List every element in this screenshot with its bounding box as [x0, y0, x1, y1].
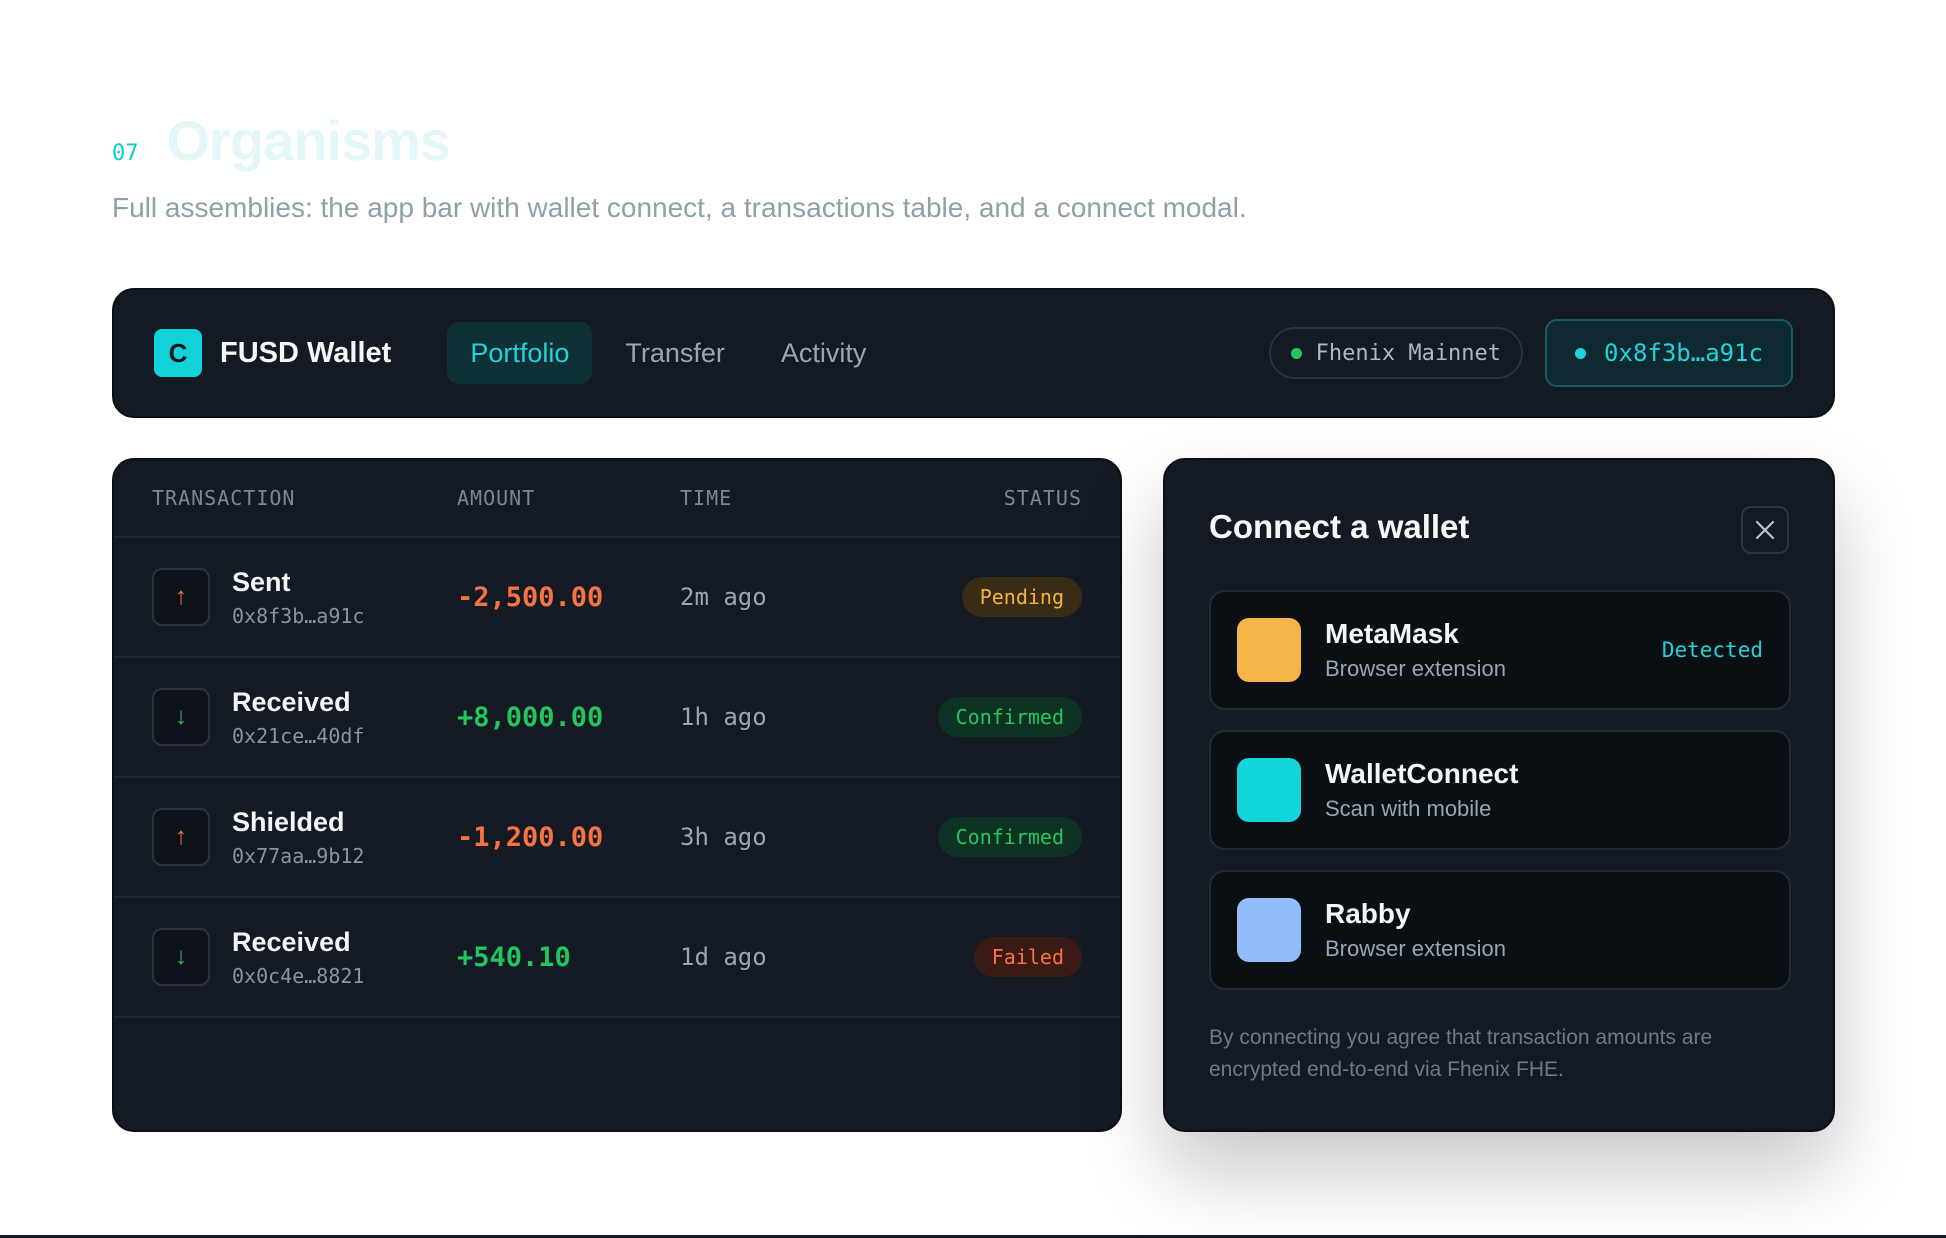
table-row[interactable]: ↑ Shielded 0x77aa…9b12 -1,200.00 3h ago … [114, 778, 1120, 898]
tx-amount: -2,500.00 [457, 581, 604, 613]
tx-name: Received [232, 686, 351, 717]
rabby-icon [1237, 898, 1301, 962]
account-address: 0x8f3b…a91c [1604, 339, 1763, 367]
table-header: TRANSACTION AMOUNT TIME STATUS [114, 460, 1120, 538]
wallet-option-metamask[interactable]: MetaMask Browser extension Detected [1209, 590, 1791, 710]
tab-transfer[interactable]: Transfer [602, 322, 748, 384]
section-title: Organisms [166, 109, 452, 172]
logo-icon: C [154, 329, 202, 377]
tx-address: 0x0c4e…8821 [232, 963, 365, 988]
tx-name: Sent [232, 566, 291, 597]
tx-address: 0x8f3b…a91c [232, 603, 365, 628]
status-badge: Failed [973, 937, 1082, 977]
arrow-down-icon: ↓ [152, 688, 210, 746]
status-badge: Pending [961, 577, 1082, 617]
status-badge: Confirmed [937, 817, 1082, 857]
wallet-subtitle: Browser extension [1325, 936, 1506, 961]
tx-time: 1h ago [680, 703, 767, 731]
arrow-up-icon: ↑ [152, 568, 210, 626]
wallet-subtitle: Scan with mobile [1325, 796, 1492, 821]
transactions-table: TRANSACTION AMOUNT TIME STATUS ↑ Sent 0x… [112, 458, 1122, 1132]
appbar-actions: Fhenix Mainnet 0x8f3b…a91c [1268, 319, 1793, 387]
header-transaction: TRANSACTION [152, 486, 296, 510]
tx-time: 2m ago [680, 583, 767, 611]
nav-tabs: Portfolio Transfer Activity [447, 322, 889, 384]
tx-name: Shielded [232, 806, 345, 837]
tx-time: 3h ago [680, 823, 767, 851]
tab-portfolio[interactable]: Portfolio [447, 322, 593, 384]
tab-activity[interactable]: Activity [758, 322, 890, 384]
header-status: STATUS [1003, 486, 1082, 510]
tx-amount: +8,000.00 [457, 701, 604, 733]
connect-wallet-modal: Connect a wallet MetaMask Browser extens… [1163, 458, 1835, 1132]
wallet-subtitle: Browser extension [1325, 656, 1506, 681]
detected-badge: Detected [1661, 638, 1763, 662]
wallet-list: MetaMask Browser extension Detected Wall… [1209, 590, 1791, 990]
wallet-name: WalletConnect [1325, 758, 1519, 789]
section-number: 07 [112, 141, 139, 166]
app-bar: C FUSD Wallet Portfolio Transfer Activit… [112, 288, 1835, 418]
modal-title: Connect a wallet [1209, 508, 1470, 545]
header-time: TIME [680, 486, 733, 510]
wallet-option-walletconnect[interactable]: WalletConnect Scan with mobile [1209, 730, 1791, 850]
account-status-dot-icon [1575, 347, 1587, 359]
network-name: Fhenix Mainnet [1315, 340, 1502, 366]
close-button[interactable] [1741, 506, 1789, 554]
status-badge: Confirmed [937, 697, 1082, 737]
wallet-name: MetaMask [1325, 618, 1459, 649]
table-row[interactable]: ↓ Received 0x21ce…40df +8,000.00 1h ago … [114, 658, 1120, 778]
walletconnect-icon [1237, 758, 1301, 822]
wallet-option-rabby[interactable]: Rabby Browser extension [1209, 870, 1791, 990]
arrow-down-icon: ↓ [152, 928, 210, 986]
arrow-up-icon: ↑ [152, 808, 210, 866]
network-status-dot-icon [1290, 347, 1302, 359]
account-button[interactable]: 0x8f3b…a91c [1545, 319, 1793, 387]
header-amount: AMOUNT [457, 486, 536, 510]
section-description: Full assemblies: the app bar with wallet… [112, 192, 1247, 223]
modal-disclaimer: By connecting you agree that transaction… [1209, 1026, 1713, 1081]
metamask-icon [1237, 618, 1301, 682]
network-selector[interactable]: Fhenix Mainnet [1268, 327, 1524, 379]
tx-amount: -1,200.00 [457, 821, 604, 853]
tx-amount: +540.10 [457, 941, 571, 973]
brand-name: FUSD Wallet [220, 336, 392, 369]
tx-address: 0x77aa…9b12 [232, 843, 365, 868]
table-row[interactable]: ↑ Sent 0x8f3b…a91c -2,500.00 2m ago Pend… [114, 538, 1120, 658]
close-icon [1755, 520, 1775, 540]
tx-time: 1d ago [680, 943, 767, 971]
section-header: 07 Organisms [112, 108, 452, 173]
tx-name: Received [232, 926, 351, 957]
wallet-name: Rabby [1325, 898, 1411, 929]
tx-address: 0x21ce…40df [232, 723, 365, 748]
table-row[interactable]: ↓ Received 0x0c4e…8821 +540.10 1d ago Fa… [114, 898, 1120, 1018]
